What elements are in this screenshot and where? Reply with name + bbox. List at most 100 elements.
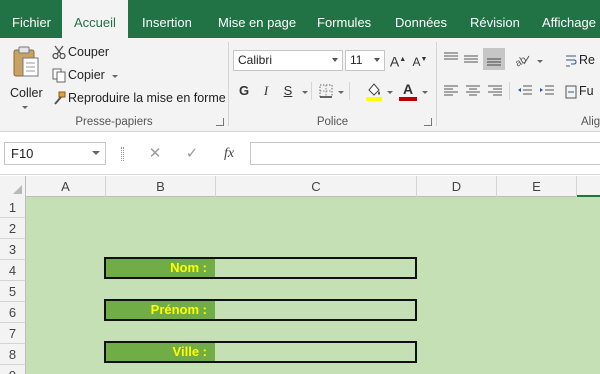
ribbon-separator xyxy=(509,82,510,100)
grow-font-icon: A xyxy=(389,53,400,70)
align-bottom-icon xyxy=(487,58,501,66)
enter-icon[interactable]: ✓ xyxy=(180,142,204,165)
form-input-ville[interactable] xyxy=(215,343,415,361)
column-header-e[interactable]: E xyxy=(497,176,577,197)
align-right-icon[interactable] xyxy=(487,84,503,98)
align-center-icon[interactable] xyxy=(465,84,481,98)
cut-button[interactable]: Couper xyxy=(50,43,120,63)
row-header-6[interactable]: 6 xyxy=(0,302,26,323)
form-label-nom: Nom : xyxy=(106,259,215,277)
font-color-button[interactable]: A xyxy=(399,79,417,99)
align-middle-icon[interactable] xyxy=(463,52,479,66)
tab-affichage[interactable]: Affichage xyxy=(530,0,600,38)
copy-label: Copier xyxy=(68,68,105,82)
align-left-icon[interactable] xyxy=(443,84,459,98)
form-label-ville: Ville : xyxy=(106,343,215,361)
grow-font-button[interactable]: A▲ xyxy=(389,50,407,70)
align-top-icon[interactable] xyxy=(443,52,459,66)
column-header-b[interactable]: B xyxy=(106,176,216,197)
tab-insertion[interactable]: Insertion xyxy=(130,0,204,38)
tab-formules[interactable]: Formules xyxy=(305,0,383,38)
wrap-text-button[interactable]: Re xyxy=(565,52,600,70)
tab-revision[interactable]: Révision xyxy=(458,0,532,38)
clipboard-group-label: Presse-papiers xyxy=(75,116,153,128)
wrap-text-label: Re xyxy=(579,53,595,67)
cancel-icon[interactable]: ✕ xyxy=(143,142,167,165)
align-bottom-button[interactable] xyxy=(483,48,505,70)
select-all-icon xyxy=(13,185,22,194)
row-header-5[interactable]: 5 xyxy=(0,281,26,302)
copy-dropdown-icon[interactable] xyxy=(112,75,118,78)
font-name-dropdown[interactable]: Calibri xyxy=(233,50,343,71)
column-header-a[interactable]: A xyxy=(26,176,106,197)
format-painter-button[interactable]: Reproduire la mise en forme xyxy=(50,89,226,109)
orientation-icon[interactable]: ab xyxy=(513,51,531,67)
tab-fichier[interactable]: Fichier xyxy=(0,0,63,38)
row-header-3[interactable]: 3 xyxy=(0,239,26,260)
form-row-ville: Ville : xyxy=(104,341,417,363)
decrease-indent-icon[interactable] xyxy=(517,84,533,98)
copy-button[interactable]: Copier xyxy=(50,66,122,86)
clipboard-dialog-launcher-icon[interactable] xyxy=(216,118,224,126)
font-color-icon: A xyxy=(402,81,414,97)
fill-color-dropdown-icon[interactable] xyxy=(387,91,393,94)
shrink-font-button[interactable]: A▼ xyxy=(411,50,429,70)
ribbon-tab-bar: Fichier Accueil Insertion Mise en page F… xyxy=(0,0,600,38)
select-all-corner[interactable] xyxy=(0,176,26,197)
form-label-prenom: Prénom : xyxy=(106,301,215,319)
fill-color-icon[interactable] xyxy=(365,81,383,101)
tab-donnees[interactable]: Données xyxy=(383,0,459,38)
format-painter-label: Reproduire la mise en forme xyxy=(68,91,226,105)
alignment-group: ab Re Fu Alig xyxy=(437,38,600,132)
cut-label: Couper xyxy=(68,45,109,59)
ribbon-separator xyxy=(311,82,312,100)
formula-bar-grip[interactable] xyxy=(121,147,124,161)
font-dialog-launcher-icon[interactable] xyxy=(424,118,432,126)
underline-button[interactable]: S xyxy=(279,81,297,101)
italic-button[interactable]: I xyxy=(257,81,275,101)
column-header-f[interactable] xyxy=(577,176,600,197)
font-color-dropdown-icon[interactable] xyxy=(422,91,428,94)
row-header-8[interactable]: 8 xyxy=(0,344,26,365)
column-header-d[interactable]: D xyxy=(417,176,497,197)
tab-mise-en-page[interactable]: Mise en page xyxy=(206,0,308,38)
row-header-7[interactable]: 7 xyxy=(0,323,26,344)
scissors-icon xyxy=(52,45,66,60)
font-group: Calibri 11 A▲ A▼ G I S A Police xyxy=(229,38,436,132)
paste-dropdown-icon[interactable] xyxy=(22,106,28,109)
bold-button[interactable]: G xyxy=(235,81,253,101)
row-header-2[interactable]: 2 xyxy=(0,218,26,239)
borders-dropdown-icon[interactable] xyxy=(338,91,344,94)
column-header-c[interactable]: C xyxy=(216,176,417,197)
copy-icon xyxy=(52,68,66,83)
font-color-swatch xyxy=(399,97,417,101)
font-group-label: Police xyxy=(316,116,349,128)
orientation-dropdown-icon[interactable] xyxy=(537,60,543,63)
merge-center-label: Fu xyxy=(579,84,594,98)
paste-label: Coller xyxy=(10,86,43,100)
merge-center-button[interactable]: Fu xyxy=(565,83,600,101)
clipboard-group: Coller Couper Copier Reproduire la mise … xyxy=(0,38,228,132)
row-header-1[interactable]: 1 xyxy=(0,197,26,218)
chevron-down-icon xyxy=(332,58,338,62)
form-row-prenom: Prénom : xyxy=(104,299,417,321)
paintbrush-icon xyxy=(54,91,66,105)
insert-function-icon[interactable]: fx xyxy=(217,142,241,165)
row-header-9[interactable]: 9 xyxy=(0,365,26,374)
underline-dropdown-icon[interactable] xyxy=(302,91,308,94)
name-box[interactable]: F10 xyxy=(4,142,106,165)
row-header-4[interactable]: 4 xyxy=(0,260,26,281)
form-input-nom[interactable] xyxy=(215,259,415,277)
font-name-value: Calibri xyxy=(238,53,273,67)
tab-accueil[interactable]: Accueil xyxy=(62,0,128,38)
borders-icon[interactable] xyxy=(319,84,333,98)
font-size-dropdown[interactable]: 11 xyxy=(345,50,385,71)
increase-indent-icon[interactable] xyxy=(539,84,555,98)
worksheet-grid[interactable]: A B C D E 1 2 3 4 5 6 7 8 9 Nom : Prénom… xyxy=(0,176,600,374)
formula-input[interactable] xyxy=(250,142,600,165)
paste-button[interactable]: Coller xyxy=(6,44,46,114)
shrink-font-icon: A xyxy=(412,55,421,69)
form-input-prenom[interactable] xyxy=(215,301,415,319)
form-row-nom: Nom : xyxy=(104,257,417,279)
clipboard-icon xyxy=(13,46,39,77)
